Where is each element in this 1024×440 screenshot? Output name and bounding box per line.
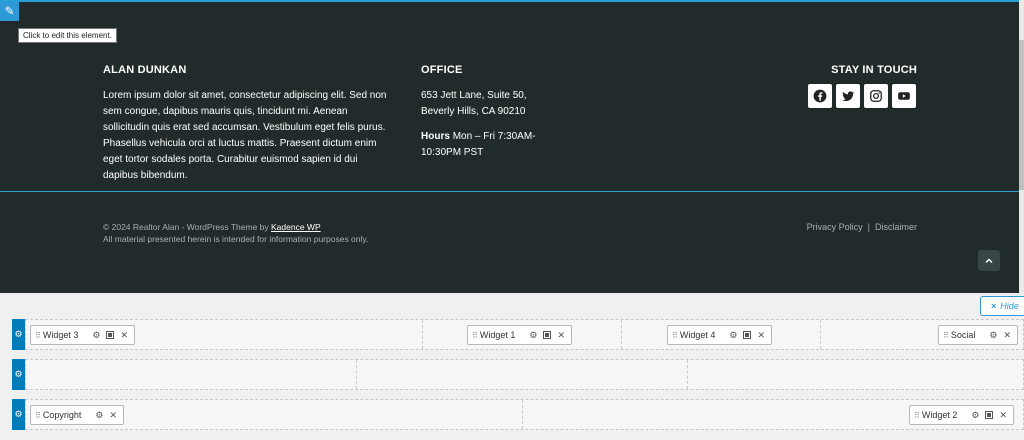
youtube-link[interactable] <box>892 84 916 108</box>
widget-chip[interactable]: ⠿ Widget 2 ⚙ ✕ <box>909 405 1015 425</box>
office-title: OFFICE <box>421 64 463 76</box>
widget-area-icon[interactable] <box>743 331 752 339</box>
widget-label: Copyright <box>42 410 82 420</box>
office-address-line2: Beverly Hills, CA 90210 <box>421 106 526 117</box>
row-dropzone[interactable] <box>25 359 1024 390</box>
column-divider <box>356 360 357 389</box>
column-divider <box>687 360 688 389</box>
youtube-icon <box>898 92 910 100</box>
gear-icon: ⚙ <box>14 409 23 420</box>
social-links <box>808 84 916 108</box>
legal-links: Privacy Policy | Disclaimer <box>807 222 917 232</box>
kadence-wp-link[interactable]: Kadence WP <box>271 222 321 232</box>
gear-icon: ⚙ <box>14 369 23 380</box>
drag-handle-icon[interactable]: ⠿ <box>914 411 920 420</box>
gear-icon[interactable]: ⚙ <box>989 330 997 341</box>
gear-icon[interactable]: ⚙ <box>92 330 100 341</box>
preview-scrollbar-thumb[interactable] <box>1019 40 1024 190</box>
widget-label: Widget 2 <box>921 410 958 420</box>
widget-chip[interactable]: ⠿ Copyright ⚙ ✕ <box>30 405 125 425</box>
widget-label: Social <box>950 330 976 340</box>
chevron-up-icon <box>985 258 993 263</box>
hide-builder-button[interactable]: × Hide <box>980 296 1024 316</box>
widget-chip[interactable]: ⠿ Social ⚙ ✕ <box>938 325 1018 345</box>
row-dropzone[interactable]: ⠿ Copyright ⚙ ✕ ⠿ Widget 2 ⚙ ✕ <box>25 399 1024 430</box>
about-text: Lorem ipsum dolor sit amet, consectetur … <box>103 90 387 181</box>
close-icon[interactable]: ✕ <box>757 330 765 341</box>
drag-handle-icon[interactable]: ⠿ <box>35 331 41 340</box>
copyright-prefix: © 2024 Realtor Alan - WordPress Theme by <box>103 222 271 232</box>
row-dropzone[interactable]: ⠿ Widget 3 ⚙ ✕ ⠿ Widget 1 ⚙ ✕ ⠿ Widget 4… <box>25 319 1024 350</box>
widget-chip[interactable]: ⠿ Widget 4 ⚙ ✕ <box>667 325 773 345</box>
close-icon[interactable]: ✕ <box>120 330 128 341</box>
widget-chip[interactable]: ⠿ Widget 3 ⚙ ✕ <box>30 325 136 345</box>
social-title: STAY IN TOUCH <box>831 64 917 76</box>
gear-icon[interactable]: ⚙ <box>95 410 103 421</box>
column-divider <box>621 320 622 349</box>
office-hours: Hours Mon – Fri 7:30AM-10:30PM PST <box>421 129 561 161</box>
copyright-text: © 2024 Realtor Alan - WordPress Theme by… <box>103 222 321 232</box>
edit-pencil-icon[interactable]: ✎ <box>0 2 19 21</box>
about-title: ALAN DUNKAN <box>103 64 187 76</box>
gear-icon[interactable]: ⚙ <box>729 330 737 341</box>
widget-area-icon[interactable] <box>543 331 552 339</box>
facebook-link[interactable] <box>808 84 832 108</box>
close-icon: × <box>991 301 997 311</box>
customizer-preview: ✎ Click to edit this element. ALAN DUNKA… <box>0 0 1024 440</box>
close-icon[interactable]: ✕ <box>999 410 1007 421</box>
hours-label: Hours <box>421 131 450 142</box>
widget-label: Widget 3 <box>42 330 79 340</box>
close-icon[interactable]: ✕ <box>557 330 565 341</box>
row-settings-handle[interactable]: ⚙ <box>12 359 25 390</box>
gear-icon[interactable]: ⚙ <box>971 410 979 421</box>
twitter-link[interactable] <box>836 84 860 108</box>
column-divider <box>820 320 821 349</box>
facebook-icon <box>813 89 827 103</box>
column-divider <box>522 400 523 429</box>
drag-handle-icon[interactable]: ⠿ <box>472 331 478 340</box>
drag-handle-icon[interactable]: ⠿ <box>943 331 949 340</box>
widget-area-icon[interactable] <box>106 331 115 339</box>
copyright-disclaimer: All material presented herein is intende… <box>103 234 369 244</box>
builder-row-middle: ⚙ <box>12 359 1024 390</box>
row-settings-handle[interactable]: ⚙ <box>12 319 25 350</box>
disclaimer-link[interactable]: Disclaimer <box>875 222 917 232</box>
office-address-line1: 653 Jett Lane, Suite 50, <box>421 90 527 101</box>
gear-icon[interactable]: ⚙ <box>529 330 537 341</box>
column-divider <box>422 320 423 349</box>
widget-label: Widget 1 <box>479 330 516 340</box>
widget-area-icon[interactable] <box>985 411 994 419</box>
row-settings-handle[interactable]: ⚙ <box>12 399 25 430</box>
instagram-icon <box>870 90 882 102</box>
close-icon[interactable]: ✕ <box>1003 330 1011 341</box>
drag-handle-icon[interactable]: ⠿ <box>672 331 678 340</box>
gear-icon: ⚙ <box>14 329 23 340</box>
privacy-policy-link[interactable]: Privacy Policy <box>807 222 863 232</box>
back-to-top-button[interactable] <box>978 250 1000 271</box>
widget-chip[interactable]: ⠿ Widget 1 ⚙ ✕ <box>467 325 573 345</box>
hide-label: Hide <box>1000 301 1019 311</box>
twitter-icon <box>842 91 855 102</box>
builder-row-top: ⚙ ⠿ Widget 3 ⚙ ✕ ⠿ Widget 1 ⚙ ✕ ⠿ Widget <box>12 319 1024 350</box>
legal-separator: | <box>867 222 870 232</box>
widget-label: Widget 4 <box>679 330 716 340</box>
office-address: 653 Jett Lane, Suite 50, Beverly Hills, … <box>421 88 581 120</box>
drag-handle-icon[interactable]: ⠿ <box>35 411 41 420</box>
builder-row-bottom: ⚙ ⠿ Copyright ⚙ ✕ ⠿ Widget 2 ⚙ ✕ <box>12 399 1024 430</box>
instagram-link[interactable] <box>864 84 888 108</box>
close-icon[interactable]: ✕ <box>109 410 117 421</box>
footer-divider <box>0 191 1019 192</box>
edit-tooltip: Click to edit this element. <box>18 28 117 43</box>
